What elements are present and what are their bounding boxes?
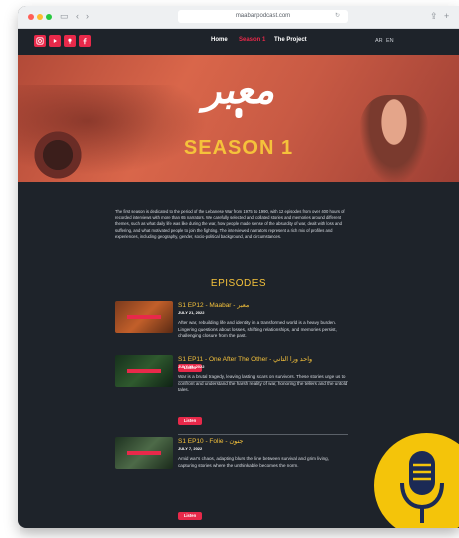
maabar-logo: معبر — [202, 67, 276, 118]
sidebar-icon[interactable]: ▭ — [60, 11, 69, 22]
episode-title[interactable]: S1 EP12 - Maabar - معبر — [178, 301, 249, 309]
thumbnail-label-bar — [127, 315, 161, 319]
site-navbar: Home Season 1 The Project AR EN — [18, 29, 459, 55]
episode-thumbnail[interactable] — [115, 437, 173, 469]
episode-divider — [178, 434, 348, 435]
episode-date: JULY 7, 2022 — [178, 446, 203, 451]
episode-thumbnail[interactable] — [115, 355, 173, 387]
forward-icon[interactable]: › — [86, 11, 89, 21]
podcast-badge — [374, 433, 459, 528]
episode-description: After war, rebuilding life and identity … — [178, 320, 337, 339]
youtube-icon[interactable] — [49, 35, 61, 47]
reload-icon[interactable]: ↻ — [335, 10, 340, 23]
thumbnail-label-bar — [127, 369, 161, 373]
address-bar[interactable]: maabarpodcast.com ↻ — [178, 10, 348, 23]
episode-description: Amid war's chaos, adapting blurs the lin… — [178, 456, 330, 468]
facebook-icon[interactable] — [79, 35, 91, 47]
listen-button[interactable]: Listen — [178, 417, 202, 425]
podcast-icon[interactable] — [64, 35, 76, 47]
episode-title[interactable]: S1 EP10 - Folie - جنون — [178, 437, 243, 445]
browser-toolbar: ▭ ‹ › maabarpodcast.com ↻ ⇪ + — [18, 6, 459, 29]
logo-text: معبر — [202, 67, 276, 112]
season-intro-text: The first season is dedicated to the per… — [115, 209, 345, 239]
hero-banner: معبر SEASON 1 — [18, 55, 459, 182]
close-window-button[interactable] — [28, 14, 34, 20]
url-text: maabarpodcast.com — [235, 13, 291, 19]
episode-item: S1 EP11 - One After The Other - واحد ورا… — [115, 355, 351, 435]
episode-date: JULY 21, 2022 — [178, 310, 205, 315]
episode-item: S1 EP10 - Folie - جنون JULY 7, 2022 Amid… — [115, 437, 351, 527]
instagram-icon[interactable] — [34, 35, 46, 47]
share-icon[interactable]: ⇪ — [430, 11, 438, 22]
browser-window: ▭ ‹ › maabarpodcast.com ↻ ⇪ + Home Seaso… — [18, 6, 459, 528]
nav-the-project-link[interactable]: The Project — [274, 37, 307, 43]
episodes-heading: EPISODES — [210, 278, 267, 289]
back-icon[interactable]: ‹ — [76, 11, 79, 21]
maximize-window-button[interactable] — [46, 14, 52, 20]
new-tab-icon[interactable]: + — [444, 11, 449, 21]
episode-title[interactable]: S1 EP11 - One After The Other - واحد ورا… — [178, 355, 312, 363]
listen-button[interactable]: Listen — [178, 512, 202, 520]
episode-thumbnail[interactable] — [115, 301, 173, 333]
language-en-link[interactable]: EN — [386, 38, 394, 44]
minimize-window-button[interactable] — [37, 14, 43, 20]
language-ar-link[interactable]: AR — [375, 38, 383, 44]
episode-description: War is a brutal tragedy, leaving lasting… — [178, 374, 348, 393]
nav-home-link[interactable]: Home — [211, 37, 228, 43]
microphone-icon — [400, 451, 444, 523]
season-title: SEASON 1 — [183, 137, 294, 159]
episode-date: JULY 15, 2022 — [178, 364, 205, 369]
thumbnail-label-bar — [127, 451, 161, 455]
nav-season-1-link[interactable]: Season 1 — [239, 37, 265, 43]
